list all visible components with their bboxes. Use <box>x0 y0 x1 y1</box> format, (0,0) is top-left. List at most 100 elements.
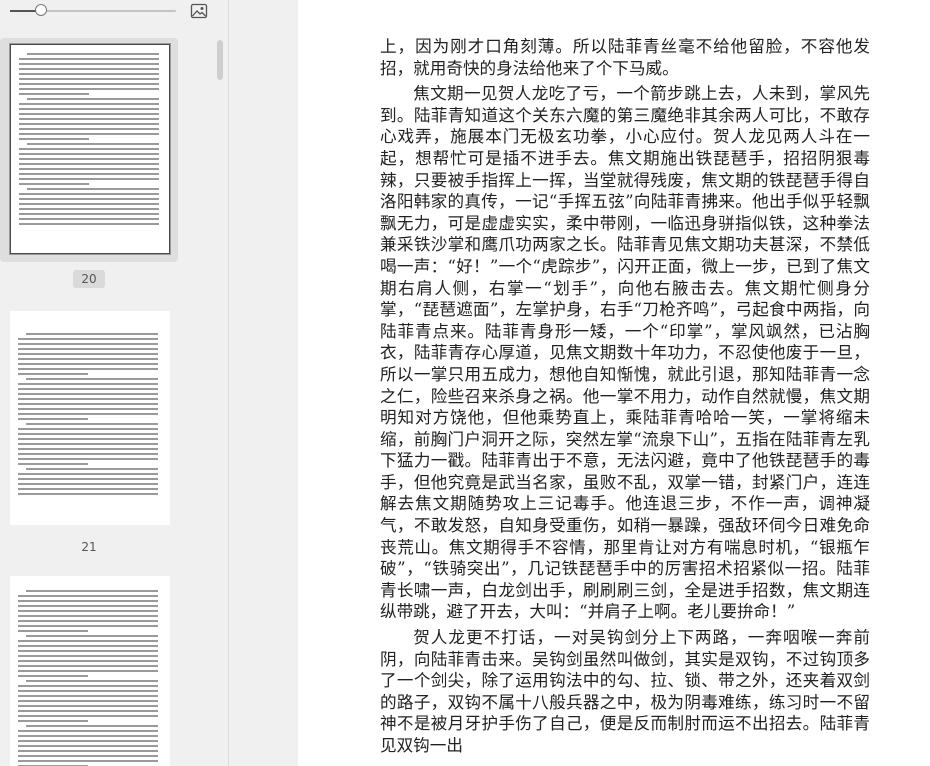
thumbnail-text-line <box>19 193 159 195</box>
thumbnail-text-line <box>18 493 158 495</box>
thumbnail-text-line <box>18 720 88 722</box>
thumbnail-page-number: 21 <box>81 540 97 554</box>
thumbnail-text-line <box>18 735 158 737</box>
document-page: 上，因为刚才口角刻薄。所以陆菲青丝毫不给他留脸，不容他发招，就用奇快的身法给他来… <box>298 0 930 766</box>
thumbnail-text-line <box>18 363 158 365</box>
thumbnail-text-line <box>19 158 159 160</box>
sidebar-toolbar <box>0 0 228 24</box>
thumbnail-text-line <box>26 378 158 380</box>
thumbnail-text-line <box>18 695 158 697</box>
thumbnail-text-line <box>19 133 159 135</box>
thumbnail-text-line <box>19 83 159 85</box>
thumbnail-text-line <box>18 483 158 485</box>
thumbnail-text-line <box>18 650 158 652</box>
thumbnail-text-line <box>18 348 158 350</box>
thumbnail-text-line <box>18 383 158 385</box>
thumbnail-text-line <box>18 750 158 752</box>
thumbnail-text-line <box>19 208 159 210</box>
thumbnail-text-line <box>18 710 158 712</box>
thumbnail-text-line <box>27 98 159 100</box>
thumbnail-text-line <box>19 223 159 225</box>
thumbnail-text-line <box>18 655 158 657</box>
thumbnail-text-line <box>19 148 159 150</box>
thumbnail-text-line <box>19 103 159 105</box>
thumbnail-text-line <box>18 685 158 687</box>
thumbnail-text-line <box>18 760 158 762</box>
thumbnail-text-line <box>26 725 158 727</box>
thumbnail-text-line <box>27 143 159 145</box>
thumbnail-text-line <box>26 468 158 470</box>
thumbnail-text-line <box>18 645 158 647</box>
page-text: 上，因为刚才口角刻薄。所以陆菲青丝毫不给他留脸，不容他发招，就用奇快的身法给他来… <box>380 36 870 757</box>
thumbnail-text-line <box>18 428 158 430</box>
thumbnail-text-line <box>19 68 159 70</box>
thumbnail-text-line <box>18 443 158 445</box>
thumbnail-text-line <box>18 640 158 642</box>
image-button[interactable] <box>190 2 208 20</box>
thumbnail-text-line <box>19 153 159 155</box>
thumbnail-text-line <box>18 625 158 627</box>
thumbnail-text-line <box>18 605 158 607</box>
thumbnail-text-line <box>19 88 159 90</box>
thumbnail-text-line <box>19 123 159 125</box>
zoom-slider-thumb[interactable] <box>35 4 47 16</box>
thumbnail-text-line <box>18 670 158 672</box>
thumbnail-page-22[interactable] <box>0 570 178 766</box>
thumbnail-text-line <box>19 128 159 130</box>
thumbnail-text-line <box>18 478 158 480</box>
thumbnail-text-line <box>18 438 158 440</box>
thumbnail-sidebar: 20 21 <box>0 0 229 766</box>
thumbnail-text-line <box>18 600 158 602</box>
paragraph: 上，因为刚才口角刻薄。所以陆菲青丝毫不给他留脸，不容他发招，就用奇快的身法给他来… <box>380 37 870 78</box>
thumbnail-page-21-image <box>10 311 170 525</box>
thumbnail-text-line <box>27 188 159 190</box>
thumbnail-text-line <box>18 730 158 732</box>
thumbnail-text-line <box>19 93 89 95</box>
thumbnail-text-line <box>19 118 159 120</box>
thumbnail-text-line <box>18 453 158 455</box>
thumbnail-text-line <box>19 163 159 165</box>
thumbnail-text-line <box>19 178 159 180</box>
thumbnail-text-line <box>19 203 159 205</box>
thumbnail-text-line <box>26 333 158 335</box>
thumbnail-text-line <box>18 408 158 410</box>
thumbnail-text-line <box>18 700 158 702</box>
paragraph: 贺人龙更不打话，一对吴钩剑分上下两路，一奔咽喉一奔前阴，向陆菲青击来。吴钩剑虽然… <box>380 628 870 755</box>
thumbnail-text-line <box>26 423 158 425</box>
thumbnail-text-line <box>19 138 89 140</box>
thumbnail-text-line <box>26 590 158 592</box>
thumbnail-text-line <box>19 218 159 220</box>
thumbnail-text-line <box>18 755 158 757</box>
thumbnail-page-20-image <box>10 44 170 254</box>
thumbnail-text-line <box>18 665 158 667</box>
thumbnail-text-line <box>18 338 158 340</box>
thumbnail-text-line <box>18 630 88 632</box>
thumbnail-text-line <box>18 675 88 677</box>
thumbnail-text-line <box>18 705 158 707</box>
thumbnail-text-line <box>19 198 159 200</box>
image-icon <box>190 3 208 19</box>
thumbnail-text-line <box>18 433 158 435</box>
thumbnail-page-number: 20 <box>73 270 105 288</box>
thumbnail-text-line <box>19 168 159 170</box>
thumbnail-text-line <box>19 73 159 75</box>
thumbnail-text-line <box>18 403 158 405</box>
thumbnail-text-line <box>18 448 158 450</box>
thumbnail-text-line <box>19 173 159 175</box>
sidebar-scrollbar[interactable] <box>217 40 223 80</box>
thumbnail-text-line <box>18 353 158 355</box>
thumbnail-text-line <box>18 398 158 400</box>
thumbnail-text-line <box>19 78 159 80</box>
thumbnail-text-line <box>19 58 159 60</box>
thumbnail-page-20[interactable] <box>0 38 178 262</box>
thumbnail-page-21[interactable] <box>0 305 178 529</box>
thumbnail-text-line <box>18 463 88 465</box>
paragraph: 焦文期一见贺人龙吃了亏，一个箭步跳上去，人未到，掌风先到。陆菲青知道这个关东六魔… <box>380 84 870 622</box>
thumbnail-text-line <box>18 458 158 460</box>
thumbnail-text-line <box>18 595 158 597</box>
thumbnail-text-line <box>18 745 158 747</box>
panel-divider <box>229 0 297 766</box>
thumbnail-text-line <box>19 183 89 185</box>
thumbnail-text-line <box>18 413 158 415</box>
thumbnail-text-line <box>18 388 158 390</box>
